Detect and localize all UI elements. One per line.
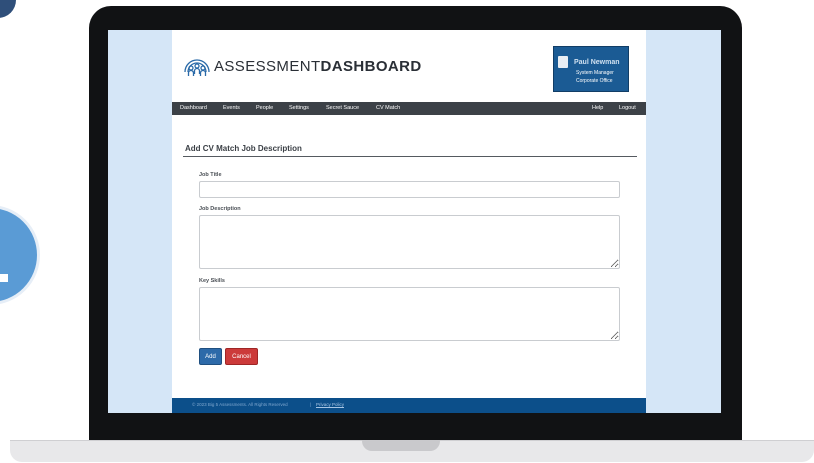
job-description-textarea[interactable] — [199, 215, 620, 269]
footer-separator: | — [310, 402, 312, 407]
user-role: System Manager — [576, 70, 614, 76]
nav-logout[interactable]: Logout — [619, 105, 636, 111]
app-header: ASSESSMENTDASHBOARD Paul Newman System M… — [172, 30, 646, 102]
nav-help[interactable]: Help — [592, 105, 603, 111]
nav-settings[interactable]: Settings — [289, 105, 309, 111]
page-title: Add CV Match Job Description — [185, 144, 302, 153]
laptop-screen: ASSESSMENTDASHBOARD Paul Newman System M… — [108, 30, 721, 413]
cancel-button[interactable]: Cancel — [225, 348, 258, 365]
app-page: ASSESSMENTDASHBOARD Paul Newman System M… — [172, 30, 646, 413]
add-button[interactable]: Add — [199, 348, 222, 365]
key-skills-textarea[interactable] — [199, 287, 620, 341]
decorative-square — [0, 274, 8, 282]
job-description-label: Job Description — [199, 206, 241, 212]
decorative-circle — [0, 0, 16, 18]
nav-people[interactable]: People — [256, 105, 273, 111]
user-avatar-icon — [558, 56, 568, 68]
user-name: Paul Newman — [574, 59, 620, 66]
title-divider — [183, 156, 637, 157]
user-profile-box[interactable]: Paul Newman System Manager Corporate Off… — [553, 46, 629, 92]
job-title-label: Job Title — [199, 172, 222, 178]
stage: ASSESSMENTDASHBOARD Paul Newman System M… — [0, 0, 814, 463]
nav-cv-match[interactable]: CV Match — [376, 105, 400, 111]
decorative-circle — [0, 205, 40, 305]
app-logo-text[interactable]: ASSESSMENTDASHBOARD — [214, 58, 422, 75]
page-footer: © 2023 Big 5 Assessments. All Rights Res… — [172, 398, 646, 413]
people-logo-icon — [184, 59, 210, 76]
nav-events[interactable]: Events — [223, 105, 240, 111]
nav-secret-sauce[interactable]: Secret Sauce — [326, 105, 359, 111]
privacy-policy-link[interactable]: Privacy Policy — [316, 402, 344, 407]
main-nav: Dashboard Events People Settings Secret … — [172, 102, 646, 115]
logo-word-dashboard: DASHBOARD — [320, 58, 422, 75]
job-title-input[interactable] — [199, 181, 620, 198]
footer-copyright: © 2023 Big 5 Assessments. All Rights Res… — [192, 402, 288, 407]
user-office: Corporate Office — [576, 78, 613, 84]
nav-dashboard[interactable]: Dashboard — [180, 105, 207, 111]
logo-word-assessment: ASSESSMENT — [214, 58, 321, 75]
laptop-notch — [362, 440, 440, 451]
key-skills-label: Key Skills — [199, 278, 225, 284]
